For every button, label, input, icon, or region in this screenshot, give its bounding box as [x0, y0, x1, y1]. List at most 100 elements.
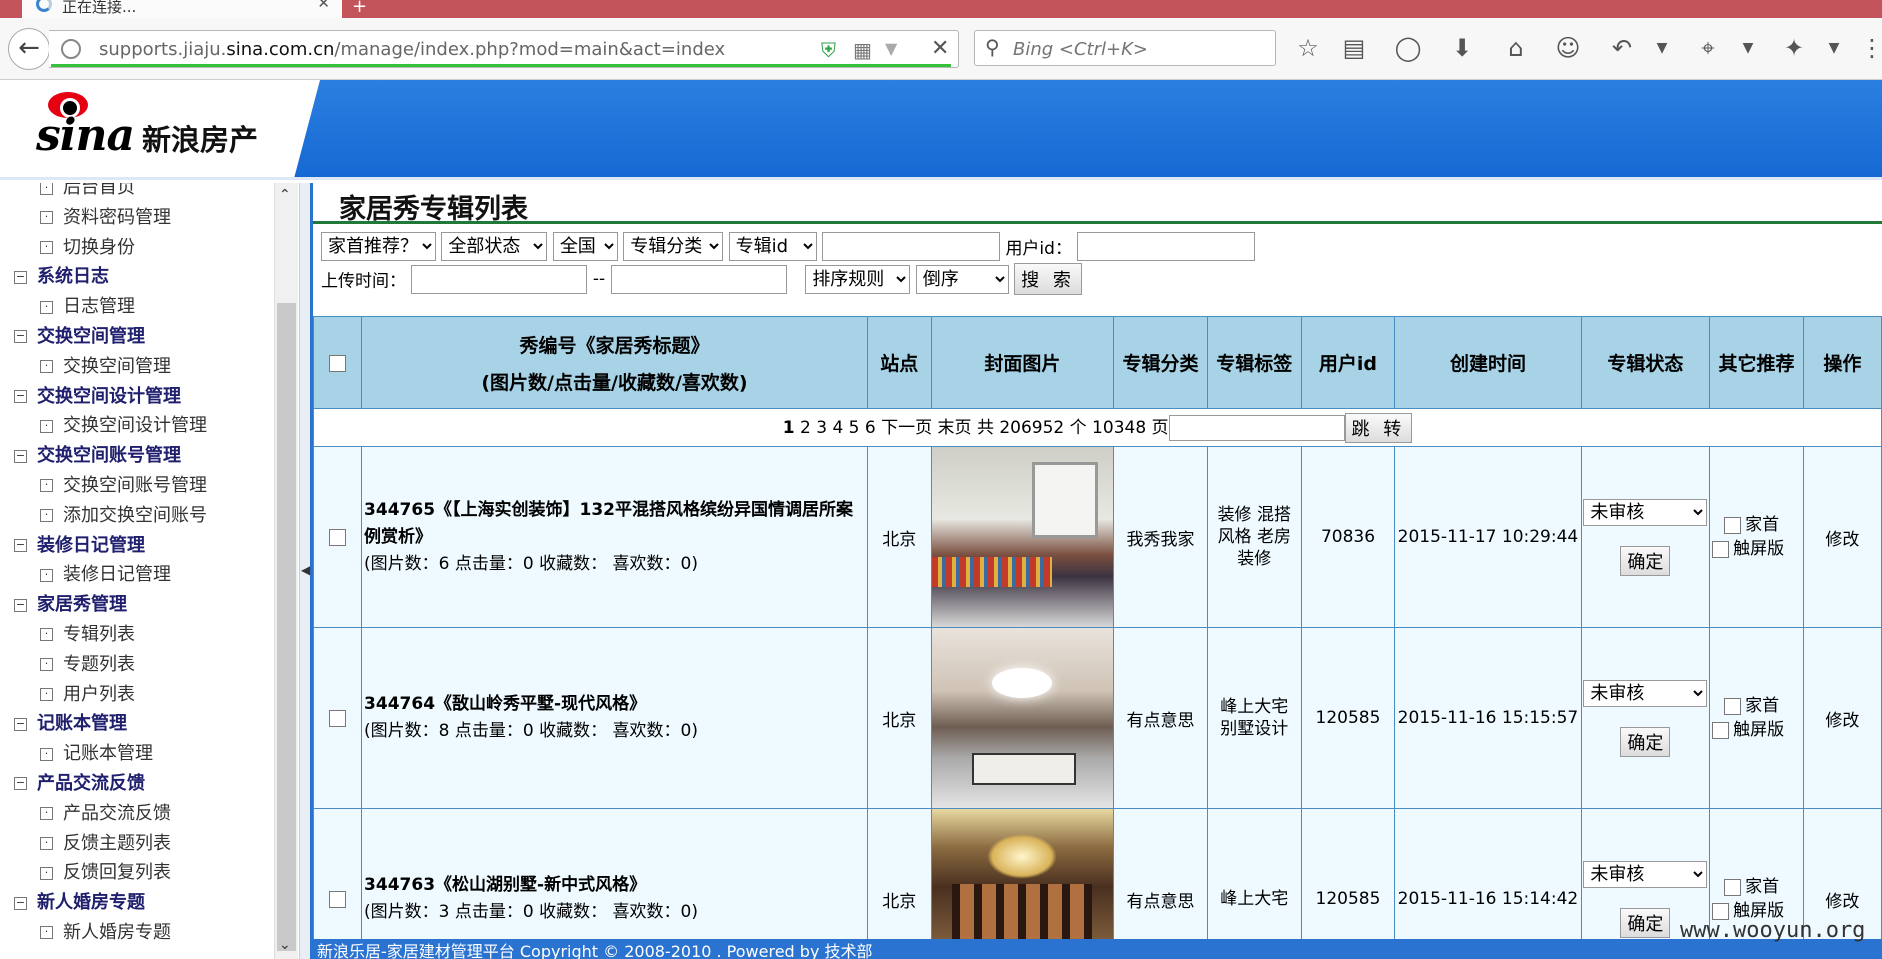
sidebar-item[interactable]: · 新人婚房专题 [0, 918, 272, 948]
sidebar-item[interactable]: · 用户列表 [0, 680, 272, 710]
address-bar[interactable]: supports.jiaju.sina.com.cn/manage/index.… [49, 30, 959, 68]
sidebar-group[interactable]: − 交换空间设计管理 [0, 382, 272, 412]
album-title[interactable]: 344763《松山湖别墅-新中式风格》 [364, 872, 867, 899]
row-checkbox[interactable] [329, 709, 347, 727]
search-box[interactable]: ⚲ [974, 30, 1276, 66]
pocket-icon[interactable]: ◯ [1392, 34, 1424, 62]
confirm-button[interactable]: 确定 [1620, 545, 1671, 576]
search-button[interactable]: 搜 索 [1014, 263, 1082, 295]
sidebar-scrollbar[interactable]: ⌃ ⌄ [274, 183, 298, 959]
sidebar-item[interactable]: · 装修日记管理 [0, 560, 272, 590]
state-select[interactable]: 未审核 [1583, 498, 1708, 526]
cover-image[interactable] [931, 809, 1113, 939]
sidebar-group[interactable]: − 装修日记管理 [0, 531, 272, 561]
category-select[interactable]: 专辑分类 [623, 232, 724, 261]
confirm-button[interactable]: 确定 [1620, 726, 1671, 757]
id-type-select[interactable]: 专辑id [728, 232, 817, 261]
state-select[interactable]: 未审核 [1583, 679, 1708, 707]
tab-close-icon[interactable]: ✕ [317, 0, 330, 12]
sidebar-item[interactable]: · 产品交流反馈 [0, 799, 272, 829]
album-title[interactable]: 344765《【上海实创装饰】132平混搭风格缤纷异国情调居所案例赏析》 [364, 497, 867, 551]
user-id-input[interactable] [1077, 232, 1256, 261]
sidebar-item[interactable]: · 后台首页 [0, 183, 272, 203]
scrollbar-thumb[interactable] [277, 303, 296, 951]
edit-link[interactable]: 修改 [1825, 892, 1859, 912]
home-icon[interactable]: ⌂ [1500, 34, 1532, 62]
cover-image[interactable] [931, 447, 1113, 627]
sidebar-group[interactable]: − 记账本管理 [0, 709, 272, 739]
confirm-button[interactable]: 确定 [1620, 907, 1671, 938]
upload-end-input[interactable] [610, 264, 787, 294]
sidebar-item[interactable]: · 反馈回复列表 [0, 858, 272, 888]
crop-icon[interactable]: ⌖ [1692, 34, 1724, 62]
sidebar-item[interactable]: · 记账本管理 [0, 739, 272, 769]
rec-home-checkbox[interactable] [1724, 697, 1742, 715]
back-button[interactable]: ← [8, 28, 50, 70]
pager-last[interactable]: 末页 [938, 418, 972, 438]
pager-page-link[interactable]: 6 [865, 418, 876, 438]
cover-image[interactable] [931, 628, 1113, 808]
status-select[interactable]: 全部状态 [441, 232, 548, 261]
new-tab-icon[interactable]: + [352, 0, 367, 17]
stop-icon[interactable]: ✕ [931, 36, 949, 61]
album-title[interactable]: 344764《敔山岭秀平墅-现代风格》 [364, 691, 867, 718]
select-all-checkbox[interactable] [329, 354, 347, 372]
sidebar-splitter[interactable]: ◀ [300, 183, 313, 959]
edit-link[interactable]: 修改 [1825, 711, 1859, 731]
menu-icon[interactable]: ⋮ [1856, 34, 1882, 62]
reading-list-icon[interactable]: ▤ [1338, 34, 1370, 62]
sidebar-item[interactable]: · 日志管理 [0, 292, 272, 322]
rec-touch-checkbox[interactable] [1712, 721, 1730, 739]
dropdown-arrow-icon[interactable]: ▼ [885, 39, 897, 58]
extension-icon[interactable]: ✦ [1778, 34, 1810, 62]
rec-touch-checkbox[interactable] [1712, 902, 1730, 920]
collapse-arrow-icon[interactable]: ◀ [301, 563, 310, 577]
page-jump-button[interactable]: 跳 转 [1344, 412, 1413, 443]
chevron-down-icon[interactable]: ▼ [1732, 40, 1764, 56]
region-select[interactable]: 全国 [552, 232, 618, 261]
id-input[interactable] [822, 232, 1001, 261]
chevron-down-icon[interactable]: ▼ [1646, 40, 1678, 56]
qrcode-icon[interactable]: ▦ [853, 38, 872, 62]
pager-page-link[interactable]: 4 [832, 418, 843, 438]
sidebar-item[interactable]: · 交换空间账号管理 [0, 471, 272, 501]
sort-rule-select[interactable]: 排序规则 [805, 264, 911, 294]
globe-icon[interactable] [61, 39, 81, 59]
sidebar-group[interactable]: − 交换空间管理 [0, 322, 272, 352]
sidebar-item[interactable]: · 切换身份 [0, 233, 272, 263]
download-icon[interactable]: ⬇ [1446, 34, 1478, 62]
sidebar-item[interactable]: · 交换空间设计管理 [0, 411, 272, 441]
sidebar-group[interactable]: − 产品交流反馈 [0, 769, 272, 799]
rec-home-checkbox[interactable] [1724, 878, 1742, 896]
bookmark-star-icon[interactable]: ☆ [1292, 34, 1324, 62]
sidebar-item[interactable]: · 专题列表 [0, 650, 272, 680]
pager-page-link[interactable]: 2 [800, 418, 811, 438]
chevron-down-icon[interactable]: ▼ [1818, 40, 1850, 56]
sidebar-item[interactable]: · 交换空间管理 [0, 352, 272, 382]
sidebar-group[interactable]: − 家居秀管理 [0, 590, 272, 620]
sidebar-group[interactable]: − 交换空间账号管理 [0, 441, 272, 471]
sidebar-item[interactable]: · 添加交换空间账号 [0, 501, 272, 531]
recommend-select[interactable]: 家首推荐？ [321, 232, 436, 261]
upload-start-input[interactable] [411, 264, 588, 294]
scroll-up-icon[interactable]: ⌃ [279, 187, 291, 203]
pager-page-link[interactable]: 5 [849, 418, 860, 438]
sidebar-group[interactable]: − 系统日志 [0, 262, 272, 292]
sidebar-group[interactable]: − 新人婚房专题 [0, 888, 272, 918]
edit-link[interactable]: 修改 [1825, 530, 1859, 550]
page-jump-input[interactable] [1168, 414, 1345, 441]
browser-tab[interactable]: 正在连接... ✕ [22, 0, 342, 18]
sidebar-item[interactable]: · 资料密码管理 [0, 203, 272, 233]
sidebar-item[interactable]: · 反馈主题列表 [0, 829, 272, 859]
rec-home-checkbox[interactable] [1724, 516, 1742, 534]
rec-touch-checkbox[interactable] [1712, 540, 1730, 558]
pager-next[interactable]: 下一页 [881, 418, 932, 438]
pager-page-link[interactable]: 3 [816, 418, 827, 438]
undo-icon[interactable]: ↶ [1606, 34, 1638, 62]
order-select[interactable]: 倒序 [915, 264, 1009, 294]
sidebar-item[interactable]: · 专辑列表 [0, 620, 272, 650]
shield-icon[interactable]: ⛨ [821, 38, 836, 62]
row-checkbox[interactable] [329, 528, 347, 546]
row-checkbox[interactable] [329, 890, 347, 908]
state-select[interactable]: 未审核 [1583, 860, 1708, 888]
